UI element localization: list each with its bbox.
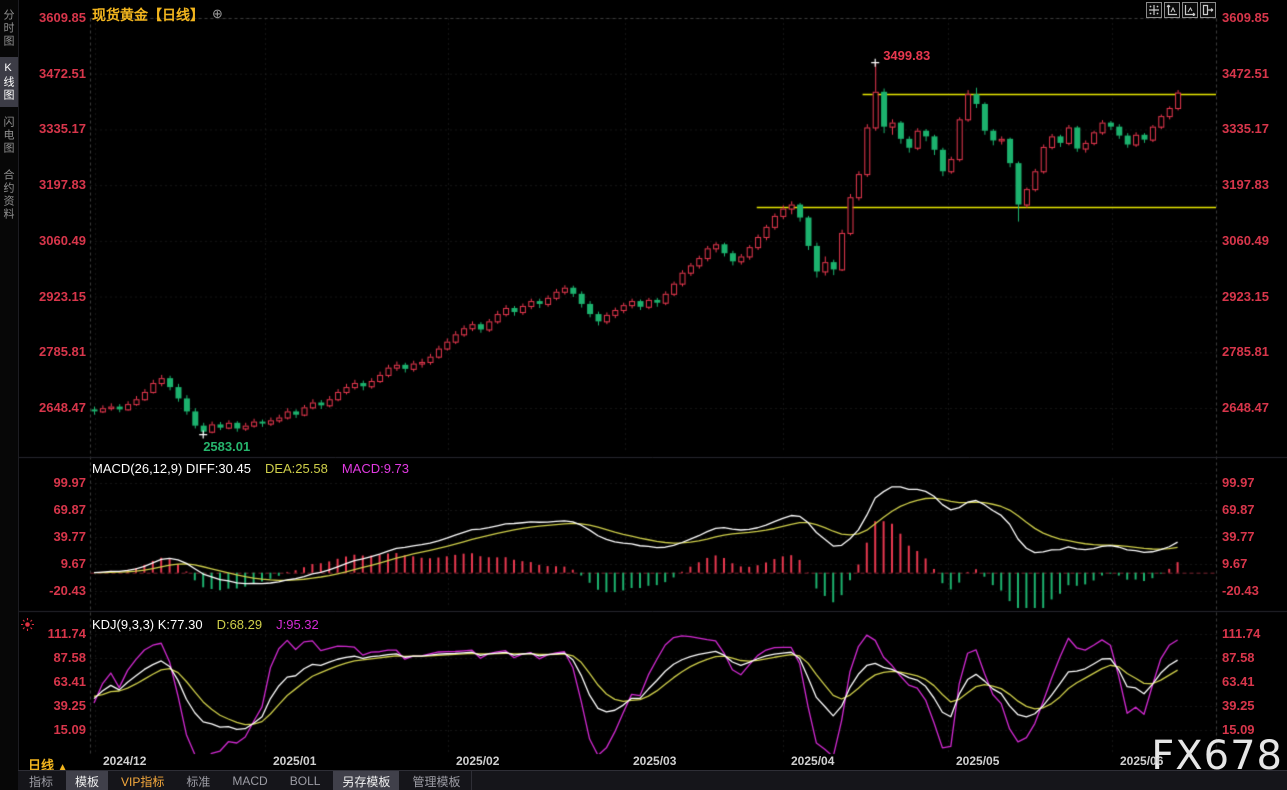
trading-app-window: { "window": { "title": "现货黄金【日线】", "add_… (0, 0, 1287, 790)
time-tick-label: 2025/03 (633, 754, 676, 768)
toolbar-tab[interactable]: MACD (223, 772, 276, 790)
toolbar-tab[interactable]: 标准 (177, 771, 219, 790)
axis-tick-label: 15.09 (20, 724, 86, 736)
macd-header: MACD(26,12,9) DIFF:30.45 DEA:25.58 MACD:9.… (92, 461, 423, 476)
axis-tick-label: 3472.51 (1222, 68, 1269, 80)
axis-tick-label: 3472.51 (20, 68, 86, 80)
axis-tick-label: 39.25 (20, 700, 86, 712)
axis-tick-label: 2923.15 (1222, 291, 1269, 303)
sidebar-tab-kline[interactable]: K线图 (0, 57, 18, 107)
bottom-toolbar: 指标模板VIP指标标准MACD BOLL另存模板管理模板 (18, 770, 1287, 790)
axis-tick-label: 2648.47 (20, 402, 86, 414)
axis-tick-label: 3060.49 (20, 235, 86, 247)
axis-tick-label: 39.25 (1222, 700, 1255, 712)
axis-tick-label: 15.09 (1222, 724, 1255, 736)
axis-tick-label: 69.87 (1222, 504, 1255, 516)
sidebar-tab-contract[interactable]: 合约资料 (0, 164, 18, 226)
toolbar-tab[interactable]: BOLL (281, 772, 330, 790)
indicator-value-label: J:95.32 (276, 617, 319, 632)
time-tick-label: 2024/12 (103, 754, 146, 768)
axis-tick-label: 3609.85 (20, 12, 86, 24)
sun-marker-icon (20, 617, 35, 637)
axis-tick-label: 2923.15 (20, 291, 86, 303)
axis-tick-label: 39.77 (20, 531, 86, 543)
collapse-panel-icon[interactable] (1200, 2, 1216, 18)
sidebar-tab-flash[interactable]: 闪电图 (0, 111, 18, 160)
y-axis-scale-icon[interactable] (1164, 2, 1180, 18)
axis-tick-label: 2648.47 (1222, 402, 1269, 414)
add-indicator-icon[interactable]: ⊕ (212, 6, 223, 22)
axis-tick-label: 3335.17 (1222, 123, 1269, 135)
axis-tick-label: 99.97 (1222, 477, 1255, 489)
axis-tick-label: 2785.81 (1222, 346, 1269, 358)
indicator-value-label: KDJ(9,3,3) K:77.30 (92, 617, 203, 632)
axis-tick-label: 3609.85 (1222, 12, 1269, 24)
axis-tick-label: 3335.17 (20, 123, 86, 135)
axis-tick-label: 9.67 (1222, 558, 1247, 570)
kdj-header: KDJ(9,3,3) K:77.30 D:68.29 J:95.32 (92, 617, 333, 632)
crosshair-icon[interactable] (1146, 2, 1162, 18)
axis-tick-label: -20.43 (20, 585, 86, 597)
time-tick-label: 2025/06 (1120, 754, 1163, 768)
time-tick-label: 2025/05 (956, 754, 999, 768)
axis-tick-label: 63.41 (1222, 676, 1255, 688)
sidebar-tab-minute[interactable]: 分时图 (0, 4, 18, 53)
axis-tick-label: 87.58 (1222, 652, 1255, 664)
time-tick-label: 2025/04 (791, 754, 834, 768)
axis-tick-label: 9.67 (20, 558, 86, 570)
toolbar-tab[interactable]: 指标 (20, 771, 62, 790)
axis-tick-label: 3197.83 (1222, 179, 1269, 191)
indicator-value-label: MACD:9.73 (342, 461, 409, 476)
toolbar-tab[interactable]: 模板 (66, 771, 108, 790)
chart-title: 现货黄金【日线】 (92, 5, 204, 25)
toolbar-divider (471, 771, 472, 790)
time-tick-label: 2025/01 (273, 754, 316, 768)
axis-tick-label: 87.58 (20, 652, 86, 664)
high-price-annotation: 3499.83 (883, 48, 930, 63)
axis-tick-label: 99.97 (20, 477, 86, 489)
axis-tick-label: 69.87 (20, 504, 86, 516)
axis-tick-label: 3060.49 (1222, 235, 1269, 247)
axis-tick-label: 3197.83 (20, 179, 86, 191)
axis-tick-label: 39.77 (1222, 531, 1255, 543)
indicator-value-label: D:68.29 (217, 617, 263, 632)
axis-tick-label: 63.41 (20, 676, 86, 688)
chart-toolbar (1146, 2, 1216, 18)
left-sidebar: 分时图 K线图闪电图合约资料 (0, 0, 19, 790)
low-price-annotation: 2583.01 (203, 439, 250, 454)
toolbar-tab[interactable]: 管理模板 (403, 771, 469, 790)
x-axis-scale-icon[interactable] (1182, 2, 1198, 18)
chart-canvas[interactable] (0, 0, 1287, 772)
toolbar-tab[interactable]: VIP指标 (112, 771, 173, 790)
toolbar-tab[interactable]: 另存模板 (333, 771, 399, 790)
axis-tick-label: -20.43 (1222, 585, 1259, 597)
indicator-value-label: DEA:25.58 (265, 461, 328, 476)
time-tick-label: 2025/02 (456, 754, 499, 768)
indicator-value-label: MACD(26,12,9) DIFF:30.45 (92, 461, 251, 476)
axis-tick-label: 111.74 (1222, 628, 1260, 640)
axis-tick-label: 2785.81 (20, 346, 86, 358)
